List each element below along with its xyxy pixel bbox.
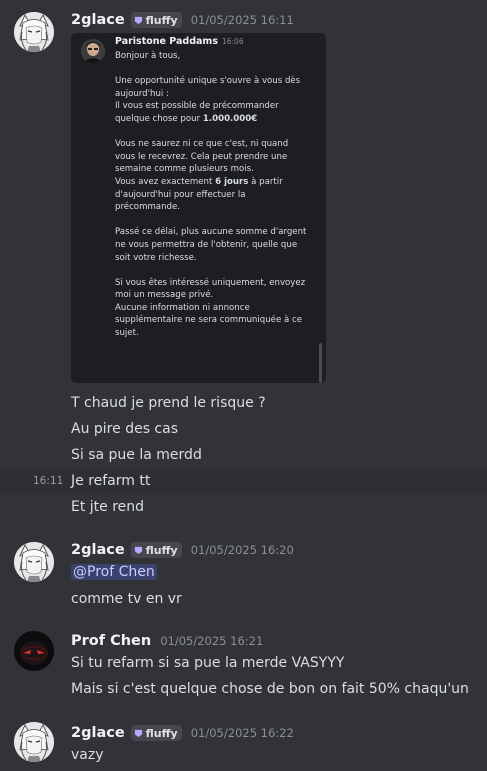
message-text: Si sa pue la merdd — [71, 447, 202, 463]
embed-line: Bonjour à tous, — [115, 51, 181, 61]
embed-line: Vous avez exactement 6 jours à partir — [115, 176, 283, 187]
message-group-2glace-1: 2glace fluffy 01/05/2025 16:11 Paristone… — [0, 0, 487, 525]
embed-line: précommande. — [115, 202, 180, 213]
embed-line: aujourd'hui : — [115, 88, 169, 99]
embed-avatar — [81, 39, 105, 63]
embed-line: quelque chose pour 1.000.000€ — [115, 113, 258, 124]
embed-scrollbar — [319, 343, 322, 383]
timestamp[interactable]: 01/05/2025 16:22 — [191, 726, 294, 740]
embed-line: Une opportunité unique s'ouvre à vous dè… — [115, 76, 301, 87]
embed-line: d'aujourd'hui pour effectuer la — [115, 189, 246, 200]
message-header: 2glace fluffy 01/05/2025 16:11 — [71, 11, 294, 29]
username[interactable]: 2glace — [71, 725, 125, 741]
avatar-2glace[interactable] — [14, 12, 54, 52]
message-group-2glace-3: 2glace fluffy 01/05/2025 16:22 vazy — [0, 716, 487, 771]
embed-author: Paristone Paddams 16:06 — [115, 36, 244, 47]
user-mention[interactable]: @Prof Chen — [71, 564, 157, 580]
message-text: Je refarm tt — [71, 473, 151, 489]
message-group-2glace-2: 2glace fluffy 01/05/2025 16:20 @Prof Che… — [0, 535, 487, 615]
embed-line: moi un message privé. — [115, 290, 214, 301]
embed-line: vous le recevrez. Cela peut prendre une — [115, 151, 288, 162]
message-header: Prof Chen 01/05/2025 16:21 — [71, 632, 263, 650]
user-tag[interactable]: fluffy — [130, 12, 182, 28]
message-text: @Prof Chen — [71, 564, 157, 580]
embed-line: Aucune information ni annonce — [115, 302, 250, 313]
username[interactable]: 2glace — [71, 542, 125, 558]
message-header: 2glace fluffy 01/05/2025 16:20 — [71, 541, 294, 559]
message-text: T chaud je prend le risque ? — [71, 395, 266, 411]
username[interactable]: Prof Chen — [71, 633, 151, 649]
avatar-2glace[interactable] — [14, 542, 54, 582]
fluffy-tag-icon — [134, 546, 142, 554]
timestamp[interactable]: 01/05/2025 16:11 — [191, 13, 294, 27]
embed-line: ne vous permettra de l'obtenir, quelle q… — [115, 239, 298, 250]
embed-line: Vous ne saurez ni ce que c'est, ni quand — [115, 139, 289, 150]
embed-time: 16:06 — [221, 37, 244, 46]
message-text: Au pire des cas — [71, 421, 179, 437]
message-group-prof-chen: Prof Chen 01/05/2025 16:21 Si tu refarm … — [0, 626, 487, 706]
fluffy-tag-icon — [134, 729, 142, 737]
message-text: vazy — [71, 747, 104, 763]
avatar-prof-chen[interactable] — [14, 631, 54, 671]
message-header: 2glace fluffy 01/05/2025 16:22 — [71, 724, 294, 742]
embed-line: semaine comme plusieurs mois. — [115, 164, 254, 175]
tag-label: fluffy — [145, 13, 178, 27]
fluffy-tag-icon — [134, 16, 142, 24]
hover-timestamp[interactable]: 16:11 — [33, 475, 63, 487]
user-tag[interactable]: fluffy — [130, 542, 182, 558]
timestamp[interactable]: 01/05/2025 16:21 — [160, 634, 263, 648]
message-text: comme tv en vr — [71, 591, 182, 607]
message-text: Et jte rend — [71, 499, 145, 515]
embed-line: supplémentaire ne sera communiquée à ce — [115, 315, 302, 326]
embed-body: Bonjour à tous, Une opportunité unique s… — [115, 50, 315, 340]
embed-line: Passé ce délai, plus aucune somme d'arge… — [115, 227, 307, 238]
username[interactable]: 2glace — [71, 12, 125, 28]
avatar-2glace[interactable] — [14, 722, 54, 762]
embedded-screenshot[interactable]: Paristone Paddams 16:06 Bonjour à tous, U… — [71, 33, 326, 383]
embed-line: Si vous êtes intéressé uniquement, envoy… — [115, 277, 306, 288]
tag-label: fluffy — [145, 543, 178, 557]
message-text: Si tu refarm si sa pue la merde VASYYY — [71, 655, 345, 671]
user-tag[interactable]: fluffy — [130, 725, 182, 741]
embed-line: sujet. — [115, 328, 139, 339]
embed-line: soit votre richesse. — [115, 252, 197, 263]
embed-line: Il vous est possible de précommander — [115, 101, 279, 112]
timestamp[interactable]: 01/05/2025 16:20 — [191, 543, 294, 557]
message-text: Mais si c'est quelque chose de bon on fa… — [71, 681, 469, 697]
tag-label: fluffy — [145, 726, 178, 740]
